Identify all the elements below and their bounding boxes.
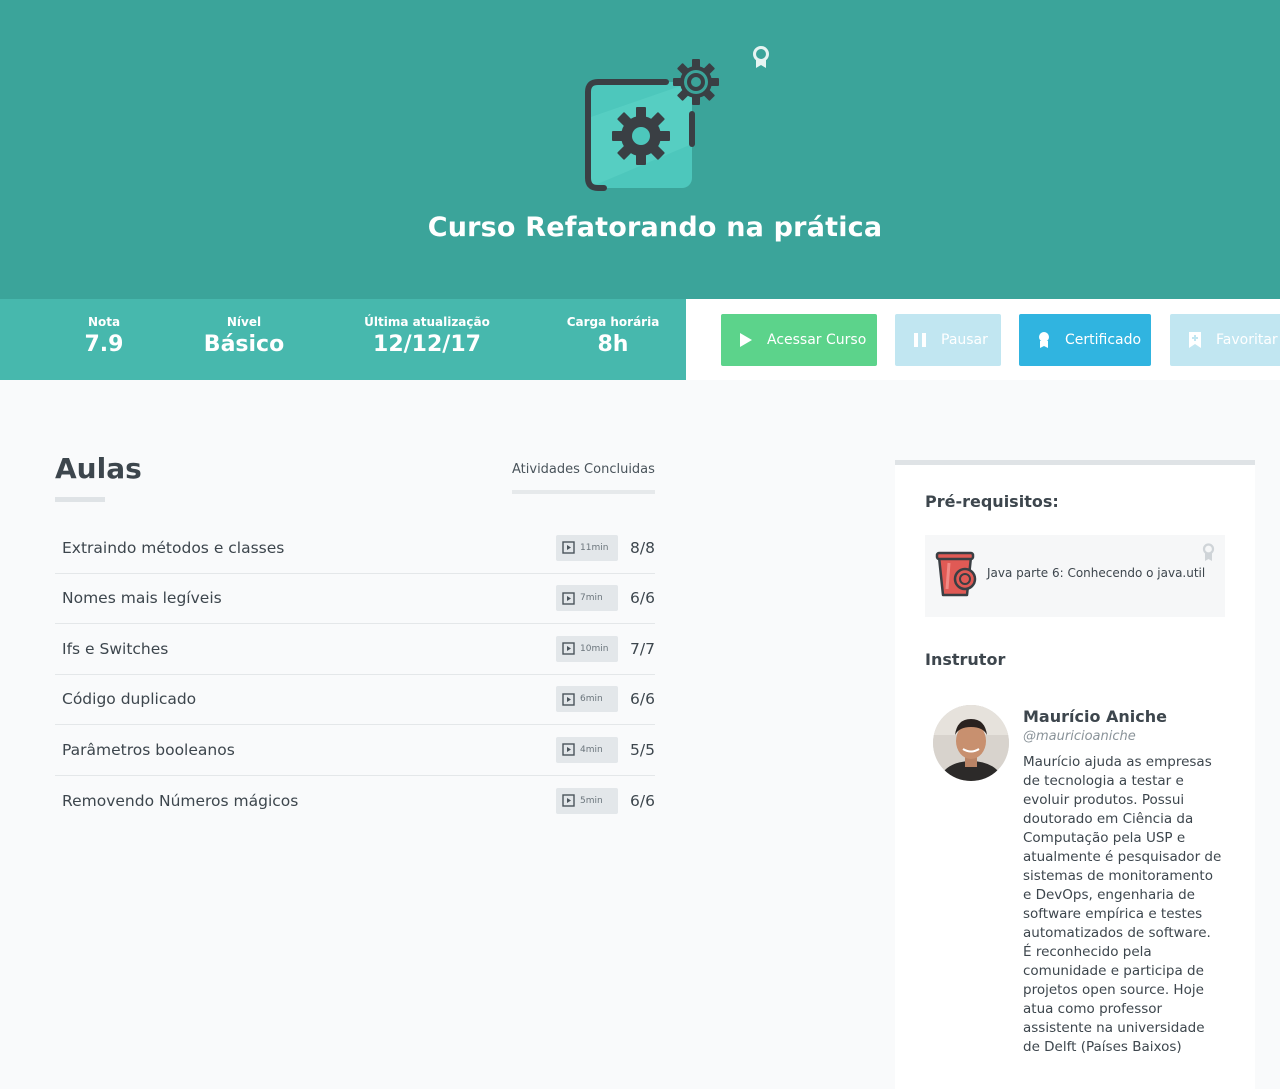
- stat-ultima-atualizacao: Última atualização 12/12/17: [352, 315, 502, 357]
- lesson-duration-badge: 11min: [556, 534, 618, 561]
- acessar-curso-button[interactable]: Acessar Curso: [721, 314, 877, 366]
- video-icon: [562, 642, 575, 655]
- certificate-icon: [1033, 329, 1055, 351]
- stat-nivel: Nível Básico: [194, 315, 294, 357]
- lesson-duration: 7min: [580, 593, 603, 604]
- certificate-badge-icon: [753, 46, 769, 68]
- video-icon: [562, 743, 575, 756]
- stat-value: 8h: [597, 332, 629, 357]
- certificado-button[interactable]: Certificado: [1019, 314, 1151, 366]
- lesson-progress: 7/7: [630, 639, 655, 658]
- atividades-concluidas-label: Atividades Concluidas: [512, 462, 655, 477]
- course-stats-bar: Nota 7.9 Nível Básico Última atualização…: [0, 299, 686, 380]
- course-sidebar: Pré-requisitos: Java parte 6: Conhecendo…: [895, 460, 1255, 1089]
- bookmark-icon: [1184, 329, 1206, 351]
- stat-label: Nota: [87, 315, 121, 329]
- pause-icon: [909, 329, 931, 351]
- pausar-button[interactable]: Pausar: [895, 314, 1001, 366]
- lesson-name[interactable]: Código duplicado: [62, 690, 196, 708]
- course-title: Curso Refatorando na prática: [427, 212, 883, 243]
- video-icon: [562, 794, 575, 807]
- lesson-list: Extraindo métodos e classes 11min 8/8 No…: [55, 523, 655, 826]
- gear-screen-icon: [585, 59, 719, 191]
- aulas-title: Aulas: [55, 452, 142, 485]
- lesson-progress: 6/6: [630, 791, 655, 810]
- instructor-name[interactable]: Maurício Aniche: [1023, 707, 1167, 726]
- play-icon: [735, 329, 757, 351]
- stat-value: Básico: [203, 332, 285, 357]
- lesson-progress: 8/8: [630, 538, 655, 557]
- lesson-row[interactable]: Extraindo métodos e classes 11min 8/8: [55, 523, 655, 574]
- lesson-row[interactable]: Nomes mais legíveis 7min 6/6: [55, 574, 655, 624]
- lesson-duration-badge: 7min: [556, 585, 618, 612]
- pausar-label: Pausar: [941, 332, 988, 348]
- course-hero: Curso Refatorando na prática: [0, 0, 1280, 299]
- instructor-title: Instrutor: [925, 650, 1006, 669]
- lesson-progress: 6/6: [630, 589, 655, 608]
- lesson-row[interactable]: Parâmetros booleanos 4min 5/5: [55, 725, 655, 776]
- lesson-duration: 11min: [580, 542, 609, 553]
- instructor-handle[interactable]: @mauricioaniche: [1023, 729, 1136, 744]
- video-icon: [562, 541, 575, 554]
- lesson-duration: 4min: [580, 744, 603, 755]
- lesson-name[interactable]: Ifs e Switches: [62, 640, 168, 658]
- lesson-name[interactable]: Removendo Números mágicos: [62, 792, 298, 810]
- stat-label: Carga horária: [566, 315, 660, 329]
- lesson-duration: 10min: [580, 643, 609, 654]
- lesson-duration-badge: 4min: [556, 736, 618, 763]
- stat-nota: Nota 7.9: [64, 315, 144, 357]
- lesson-duration: 5min: [580, 795, 603, 806]
- lesson-name[interactable]: Nomes mais legíveis: [62, 589, 222, 607]
- lesson-duration-badge: 5min: [556, 787, 618, 814]
- lesson-progress: 6/6: [630, 690, 655, 709]
- lesson-duration: 6min: [580, 694, 603, 705]
- stat-value: 7.9: [84, 332, 124, 357]
- favoritar-label: Favoritar: [1216, 332, 1278, 348]
- acessar-curso-label: Acessar Curso: [767, 332, 867, 348]
- lesson-row[interactable]: Ifs e Switches 10min 7/7: [55, 624, 655, 675]
- prerequisite-course-card[interactable]: Java parte 6: Conhecendo o java.util: [925, 535, 1225, 617]
- aulas-underline: [55, 497, 105, 502]
- prerequisite-course-name[interactable]: Java parte 6: Conhecendo o java.util: [987, 566, 1205, 580]
- stat-label: Última atualização: [364, 315, 490, 329]
- favoritar-button[interactable]: Favoritar: [1170, 314, 1280, 366]
- stat-value: 12/12/17: [373, 332, 481, 357]
- java-cup-icon: [935, 551, 977, 597]
- prerequisites-title: Pré-requisitos:: [925, 492, 1059, 511]
- lesson-row[interactable]: Código duplicado 6min 6/6: [55, 675, 655, 725]
- lesson-name[interactable]: Parâmetros booleanos: [62, 741, 235, 759]
- certificate-badge-icon: [1202, 543, 1215, 561]
- instructor-avatar: [933, 705, 1009, 781]
- lesson-duration-badge: 10min: [556, 635, 618, 662]
- stat-carga-horaria: Carga horária 8h: [558, 315, 668, 357]
- lesson-duration-badge: 6min: [556, 686, 618, 713]
- lesson-progress: 5/5: [630, 740, 655, 759]
- stat-label: Nível: [226, 315, 262, 329]
- instructor-bio: Maurício ajuda as empresas de tecnologia…: [1023, 754, 1222, 1055]
- video-icon: [562, 693, 575, 706]
- course-actions: Acessar Curso Pausar Certificado Favorit…: [686, 299, 1280, 380]
- atividades-underline: [512, 490, 655, 494]
- certificado-label: Certificado: [1065, 332, 1142, 348]
- lesson-name[interactable]: Extraindo métodos e classes: [62, 539, 284, 557]
- lesson-row[interactable]: Removendo Números mágicos 5min 6/6: [55, 776, 655, 827]
- video-icon: [562, 592, 575, 605]
